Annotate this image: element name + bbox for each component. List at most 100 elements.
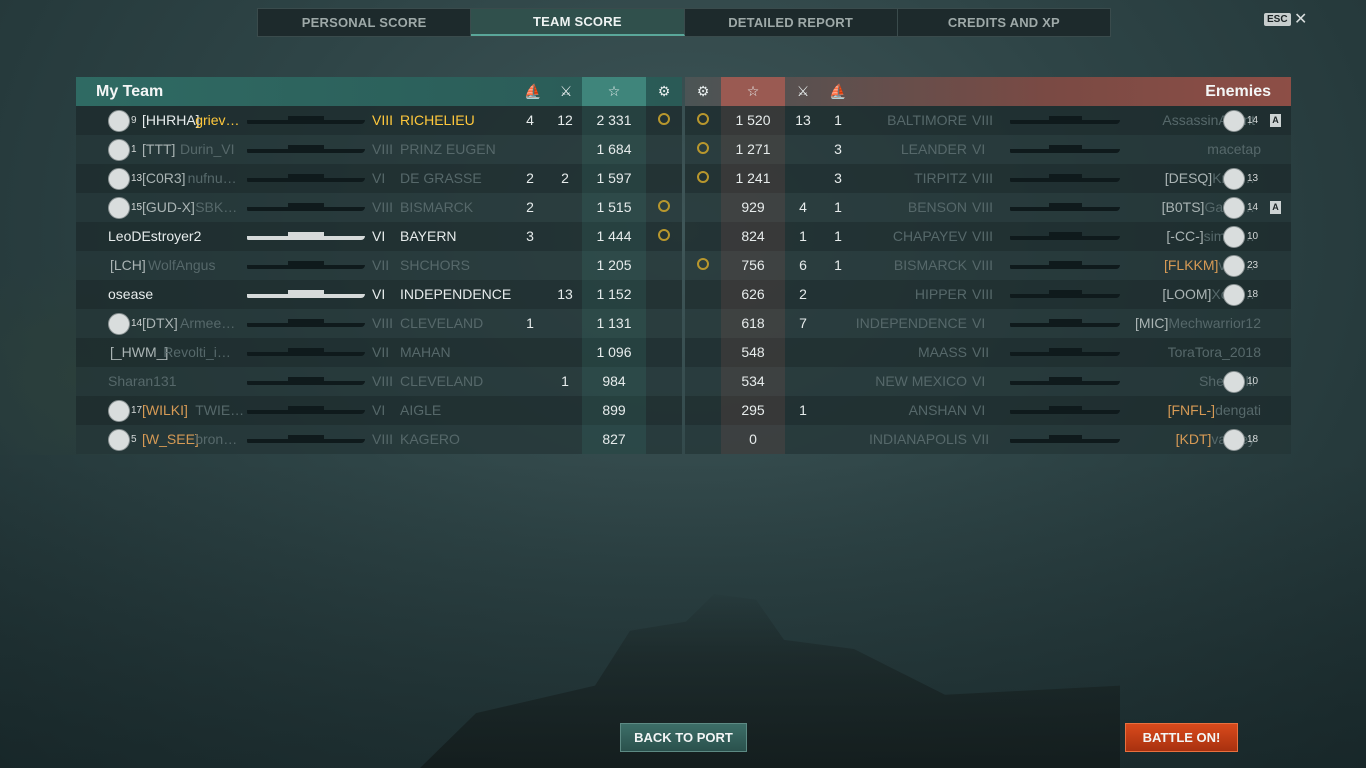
ship-superstructure [288, 348, 324, 353]
torpedo-icon: ⛵ [524, 83, 542, 99]
base-xp-score: 1 271 [721, 135, 785, 164]
base-xp-score: 626 [721, 280, 785, 309]
tab-detailed-report[interactable]: DETAILED REPORT [685, 9, 898, 36]
ship-silhouette [247, 377, 365, 385]
tab-team-score[interactable]: TEAM SCORE [471, 9, 685, 36]
clan-tag: [HHRHA] [142, 112, 200, 128]
player-row[interactable]: 618 7 INDEPENDENCE VI [MIC]Mechwarrior12 [685, 309, 1291, 338]
ship-name: NEW MEXICO [875, 373, 967, 389]
ship-name: INDIANAPOLIS [868, 431, 967, 447]
player-row[interactable]: 75661BISMARCKVIII[FLKKM]vari…23 [685, 251, 1291, 280]
player-name: ToraTora_2018 [1167, 344, 1261, 360]
ship-name: BISMARCK [400, 199, 474, 215]
clan-tag: [-CC-] [1166, 228, 1204, 244]
player-row[interactable]: 295 1 ANSHAN VI [FNFL-]dengati [685, 396, 1291, 425]
ship-silhouette [1010, 232, 1120, 240]
player-row[interactable]: 13 [C0R3] nufnu… VI DE GRASSE 2 2 1 597 [76, 164, 682, 193]
player-row[interactable]: [_HWM_] Revolti_i… VII MAHAN 1 096 [76, 338, 682, 367]
ship-tier: VI [972, 373, 986, 389]
torpedo-hits [516, 425, 544, 454]
player-row[interactable]: 6262HIPPERVIII[LOOM]Xord…18 [685, 280, 1291, 309]
player-row[interactable]: 5 [W_SEE] bron… VIII KAGERO 827 [76, 425, 682, 454]
ships-destroyed [550, 338, 580, 367]
clan-tag: [LCH] [110, 257, 146, 273]
player-row[interactable]: osease VI INDEPENDENCE 13 1 152 [76, 280, 682, 309]
torpedo-hits: 2 [526, 199, 534, 215]
player-row[interactable]: 9 [HHRHA] griev… VIII RICHELIEU 4 12 2 331 [76, 106, 682, 135]
player-row[interactable]: 1 520 13 1 BALTIMORE VIII AssassinAgent 14 A [685, 106, 1291, 135]
ship-silhouette [247, 319, 365, 327]
ship-name: ANSHAN [908, 402, 967, 418]
clan-tag: [FNFL-] [1167, 402, 1216, 418]
ships-destroyed [550, 309, 580, 338]
player-row[interactable]: 17 [WILKI] TWIE… VI AIGLE 899 [76, 396, 682, 425]
rank-number: 14 [1247, 202, 1259, 213]
ship-name: AIGLE [400, 402, 442, 418]
player-row[interactable]: 15 [GUD-X] SBK… VIII BISMARCK 2 1 515 [76, 193, 682, 222]
division-badge-icon: A [1270, 201, 1281, 214]
close-icon[interactable]: ✕ [1294, 9, 1307, 29]
tab-personal-score[interactable]: PERSONAL SCORE [258, 9, 472, 36]
rank-insignia-icon [1223, 284, 1245, 306]
ship-silhouette [1010, 435, 1120, 443]
ship-name: BAYERN [400, 228, 457, 244]
player-row[interactable]: 82411CHAPAYEVVIII[-CC-]simba…10 [685, 222, 1291, 251]
medal-icon [697, 142, 709, 154]
ships-destroyed [785, 164, 821, 193]
clan-tag: [TTT] [142, 141, 176, 157]
crossed-swords-icon: ⚔ [559, 83, 573, 99]
clan-tag: [C0R3] [142, 170, 186, 186]
star-icon: ☆ [582, 77, 646, 106]
tab-credits-xp[interactable]: CREDITS AND XP [898, 9, 1110, 36]
player-row[interactable]: 1 [TTT] Durin_VI VIII PRINZ EUGEN 1 684 [76, 135, 682, 164]
torpedo-hits [516, 367, 544, 396]
esc-key-hint: ESC [1264, 13, 1291, 26]
clan-tag: [LOOM] [1162, 286, 1212, 302]
ship-name: PRINZ EUGEN [400, 141, 496, 157]
player-row[interactable]: 92941BENSONVIII[B0TS]Gallifr…14A [685, 193, 1291, 222]
ship-superstructure [1048, 377, 1082, 382]
enemies-header: ⚙ ☆ ⚔ ⛵ Enemies [685, 77, 1291, 106]
torpedo-hits: 2 [526, 170, 534, 186]
player-row[interactable]: 1 271 3 LEANDER VI macetap [685, 135, 1291, 164]
ship-superstructure [1048, 348, 1082, 353]
back-to-port-button[interactable]: BACK TO PORT [620, 723, 747, 752]
base-xp-score: 1 131 [582, 309, 646, 338]
medal-icon [697, 171, 709, 183]
battle-on-button[interactable]: BATTLE ON! [1125, 723, 1238, 752]
player-row[interactable]: 0INDIANAPOLISVII[KDT]vassey18 [685, 425, 1291, 454]
player-name: osease [108, 286, 154, 302]
player-row[interactable]: 14 [DTX] Armee… VIII CLEVELAND 1 1 131 [76, 309, 682, 338]
crossed-swords-icon: ⚔ [796, 83, 810, 99]
player-row[interactable]: 548 MAASS VII ToraTora_2018 [685, 338, 1291, 367]
player-row[interactable]: 1 2413TIRPITZVIII[DESQ]Krak…13 [685, 164, 1291, 193]
ship-name: INDEPENDENCE [400, 286, 512, 302]
player-row[interactable]: 534NEW MEXICOVIShellbelli10 [685, 367, 1291, 396]
ship-silhouette [1010, 116, 1120, 124]
player-row[interactable]: [LCH] WolfAngus VII SHCHORS 1 205 [76, 251, 682, 280]
enemies-panel: ⚙ ☆ ⚔ ⛵ Enemies 1 520 13 1 BALTIMORE VIII Ass… [685, 77, 1291, 454]
medal-icon [658, 200, 670, 212]
ship-tier: VI [372, 228, 386, 244]
torpedo-hits: 3 [526, 228, 534, 244]
ship-silhouette [1010, 203, 1120, 211]
ship-superstructure [1048, 435, 1082, 440]
ships-destroyed: 12 [557, 112, 573, 128]
player-row[interactable]: Sharan131 VIII CLEVELAND 1 984 [76, 367, 682, 396]
player-row[interactable]: LeoDEstroyer2 VI BAYERN 3 1 444 [76, 222, 682, 251]
rank-insignia-icon [1223, 197, 1245, 219]
player-name-group: [FNFL-]dengati [1168, 396, 1261, 425]
my-team-title: My Team [96, 83, 164, 100]
enemies-title: Enemies [1205, 83, 1271, 100]
ship-tier: VIII [972, 199, 994, 215]
enemies-rows: 1 520 13 1 BALTIMORE VIII AssassinAgent 14 A 1 2… [685, 106, 1291, 454]
ship-name: BISMARCK [893, 257, 967, 273]
ship-name: LEANDER [900, 141, 967, 157]
rank-insignia-icon [1223, 429, 1245, 451]
ship-tier: VIII [372, 141, 394, 157]
ship-tier: VIII [372, 112, 394, 128]
rank-insignia-icon [108, 313, 130, 335]
torpedo-icon: ⛵ [829, 83, 847, 99]
rank-number: 9 [131, 115, 137, 126]
ships-destroyed: 1 [799, 228, 807, 244]
